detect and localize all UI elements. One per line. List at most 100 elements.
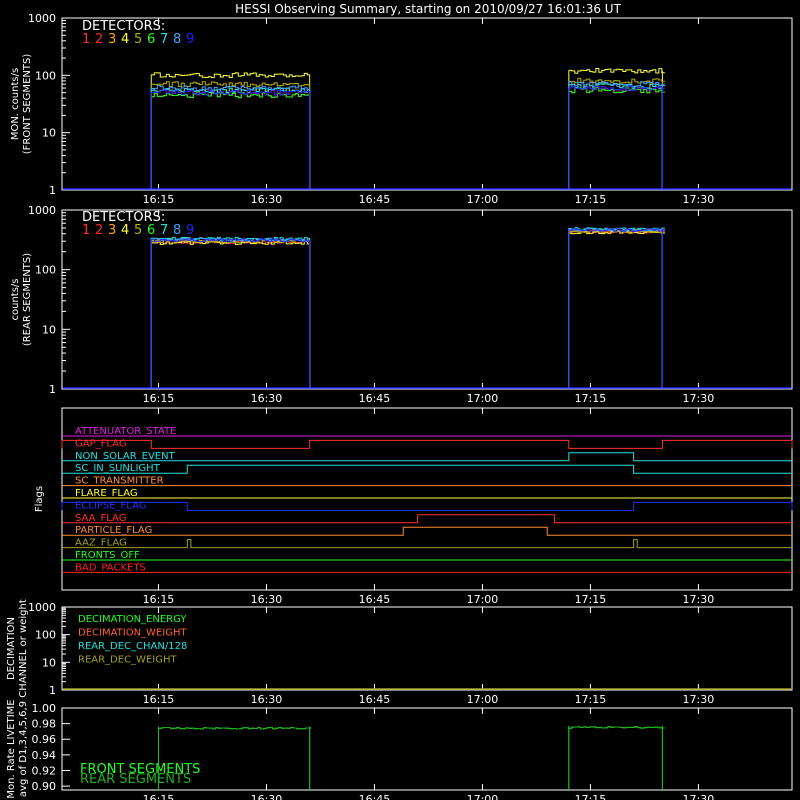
flag-line-aaz-flag — [62, 539, 792, 549]
legend-entry-6: 6 — [147, 32, 155, 47]
y-axis-label-2: (FRONT SEGMENTS) — [22, 54, 33, 155]
y-tick-label: 0.90 — [32, 780, 57, 793]
legend-entry-rear-dec-chan-128: REAR_DEC_CHAN/128 — [78, 641, 187, 652]
flag-label-sc-in-sunlight: SC_IN_SUNLIGHT — [75, 463, 161, 474]
legend-entry-4: 4 — [121, 223, 129, 238]
legend-entry-4: 4 — [121, 32, 129, 47]
y-tick-label: 0.96 — [32, 733, 57, 746]
flag-line-particle-flag — [62, 526, 792, 536]
y-tick-label: 1 — [49, 184, 56, 197]
x-tick-label: 17:30 — [683, 193, 715, 206]
legend-entry-decimation-energy: DECIMATION_ENERGY — [78, 614, 187, 625]
x-tick-label: 16:45 — [359, 392, 391, 405]
x-tick-label: 16:15 — [143, 593, 175, 606]
y-tick-label: 1000 — [28, 12, 56, 25]
flag-label-bad-packets: BAD_PACKETS — [75, 562, 146, 573]
y-tick-label: 100 — [35, 264, 56, 277]
panel-1-frame — [61, 17, 793, 191]
x-tick-label: 17:00 — [467, 793, 499, 800]
y-axis-label: MON. counts/s — [10, 68, 21, 140]
legend-entry-5: 5 — [134, 32, 142, 47]
flag-label-non-solar-event: NON_SOLAR_EVENT — [75, 451, 176, 462]
flag-label-particle-flag: PARTICLE_FLAG — [75, 525, 152, 536]
observing-summary-figure: 16:15 16:30 16:45 17:00 17:15 17:30 1 10 100 1000… — [0, 0, 800, 800]
x-tick-label: 17:30 — [683, 693, 715, 706]
series-rear-segments-line — [568, 726, 665, 729]
x-tick-label: 17:15 — [575, 793, 607, 800]
x-tick-label: 16:15 — [143, 392, 175, 405]
x-tick-label: 17:30 — [683, 392, 715, 405]
x-tick-label: 16:30 — [251, 392, 283, 405]
y-tick-label: 1.00 — [32, 702, 57, 715]
flag-line-eclipse-flag — [61, 501, 793, 511]
x-tick-label: 17:15 — [575, 693, 607, 706]
legend-entry-9: 9 — [186, 32, 194, 47]
y-tick-label: 0.92 — [32, 764, 57, 777]
x-tick-label: 17:00 — [467, 392, 499, 405]
y-tick-label: 1 — [49, 684, 56, 697]
x-tick-label: 16:15 — [143, 693, 175, 706]
flag-label-fronts-off: FRONTS_OFF — [75, 550, 140, 561]
series-4-line — [150, 72, 311, 79]
y-axis-label-2: avg of D1,3,4,5,6,9 — [18, 701, 29, 797]
y-axis-label: DECIMATION — [6, 617, 17, 680]
y-tick-label: 100 — [35, 69, 56, 82]
legend-entry-2: 2 — [95, 223, 103, 238]
y-tick-label: 10 — [42, 127, 56, 140]
y-axis-label-2: (REAR SEGMENTS) — [22, 253, 33, 346]
y-tick-label: 1 — [49, 383, 56, 396]
series-rear-segments-line — [157, 726, 312, 730]
x-tick-label: 17:00 — [467, 593, 499, 606]
legend-entry-6: 6 — [147, 223, 155, 238]
flag-label-saa-flag: SAA_FLAG — [75, 513, 126, 524]
y-tick-label: 10 — [42, 323, 56, 336]
legend-entry-3: 3 — [108, 223, 116, 238]
x-tick-label: 16:15 — [143, 193, 175, 206]
y-tick-label: 0.94 — [32, 749, 57, 762]
x-tick-label: 17:15 — [575, 392, 607, 405]
legend-entry-1: 1 — [82, 223, 90, 238]
series-4-line — [568, 68, 665, 74]
y-axis-label-2: CHANNEL or weight — [18, 599, 29, 698]
legend-entry-3: 3 — [108, 32, 116, 47]
x-tick-label: 17:00 — [467, 693, 499, 706]
flag-line-sc-in-sunlight — [62, 464, 792, 474]
x-tick-label: 16:30 — [251, 693, 283, 706]
y-tick-label: 1000 — [28, 204, 56, 217]
x-tick-label: 17:30 — [683, 593, 715, 606]
flag-label-flare-flag: FLARE_FLAG — [75, 488, 138, 499]
flag-line-gap-flag — [61, 439, 793, 449]
y-axis-label: counts/s — [10, 278, 21, 320]
y-axis-label: Mon. Rate LIVETIME — [6, 699, 17, 798]
flag-line-saa-flag — [62, 514, 792, 524]
legend-entry-8: 8 — [173, 223, 181, 238]
legend-entry-9: 9 — [186, 223, 194, 238]
flag-label-aaz-flag: AAZ_FLAG — [75, 538, 127, 549]
x-tick-label: 16:30 — [251, 793, 283, 800]
summary-plot: 16:15 16:30 16:45 17:00 17:15 17:301101001000… — [6, 2, 793, 800]
legend-entry-1: 1 — [82, 32, 90, 47]
panel-2-frame — [61, 209, 793, 390]
legend-entry-5: 5 — [134, 223, 142, 238]
legend-entry-2: 2 — [95, 32, 103, 47]
y-tick-label: 100 — [35, 629, 56, 642]
legend-entry-8: 8 — [173, 32, 181, 47]
legend-entry-rear-dec-weight: REAR_DEC_WEIGHT — [78, 655, 177, 666]
x-tick-label: 16:15 — [143, 793, 175, 800]
x-tick-label: 17:00 — [467, 193, 499, 206]
x-tick-label: 16:30 — [251, 593, 283, 606]
flag-label-sc-transmitter: SC_TRANSMITTER — [75, 476, 164, 487]
x-tick-label: 16:45 — [359, 693, 391, 706]
legend-entry-rear-segments: REAR SEGMENTS — [80, 772, 191, 787]
x-tick-label: 17:15 — [575, 193, 607, 206]
figure-title: HESSI Observing Summary, starting on 201… — [235, 2, 621, 16]
x-tick-label: 17:15 — [575, 593, 607, 606]
x-tick-label: 16:45 — [359, 193, 391, 206]
flag-label-attenuator-state: ATTENUATOR_STATE — [75, 426, 176, 437]
legend-entry-7: 7 — [160, 223, 168, 238]
y-axis-label: Flags — [34, 486, 45, 512]
legend-entry-7: 7 — [160, 32, 168, 47]
legend-entry-decimation-weight: DECIMATION_WEIGHT — [78, 628, 187, 639]
x-tick-label: 16:45 — [359, 593, 391, 606]
x-tick-label: 16:45 — [359, 793, 391, 800]
